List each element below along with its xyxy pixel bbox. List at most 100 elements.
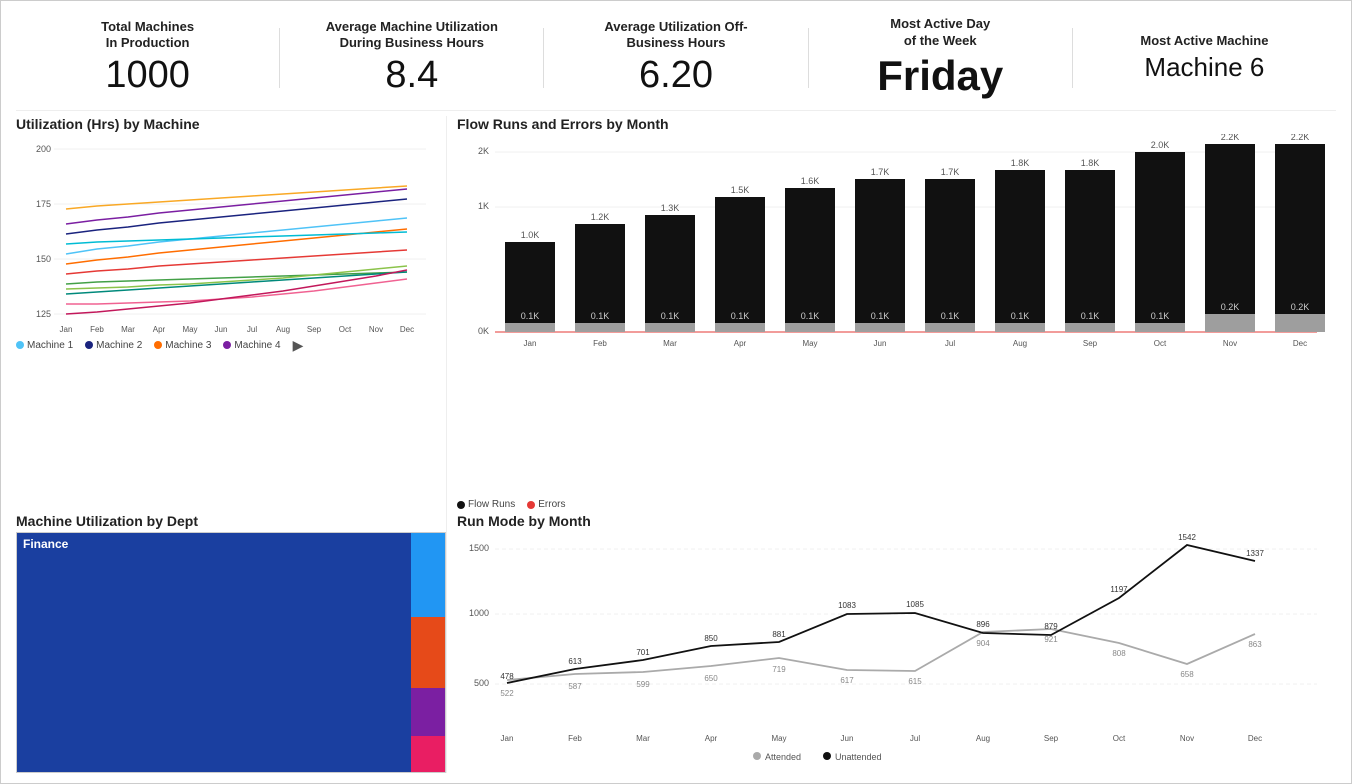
svg-text:Jun: Jun	[215, 325, 228, 334]
svg-text:Jul: Jul	[945, 339, 955, 348]
svg-text:Jan: Jan	[524, 339, 537, 348]
legend-machine3: Machine 3	[154, 340, 211, 351]
svg-text:Dec: Dec	[400, 325, 414, 334]
charts-upper-row: Utilization (Hrs) by Machine Processing …	[16, 116, 1336, 513]
svg-text:Sep: Sep	[1083, 339, 1098, 348]
svg-text:0.1K: 0.1K	[871, 311, 890, 321]
flow-runs-label: Flow Runs	[468, 499, 515, 510]
svg-text:May: May	[182, 325, 197, 334]
svg-text:1.3K: 1.3K	[661, 203, 680, 213]
svg-text:500: 500	[474, 678, 489, 688]
kpi-total-machines-title: Total MachinesIn Production	[16, 19, 279, 53]
svg-text:0.1K: 0.1K	[731, 311, 750, 321]
flow-runs-chart-panel: Flow Runs and Errors by Month Flow Runs …	[446, 116, 1336, 513]
svg-text:Jul: Jul	[247, 325, 257, 334]
kpi-avg-off-value: 6.20	[544, 54, 807, 97]
run-mode-chart-title: Run Mode by Month	[457, 513, 1336, 529]
svg-text:587: 587	[568, 682, 582, 691]
bar-sep	[1065, 170, 1115, 332]
svg-text:Oct: Oct	[1113, 734, 1126, 743]
utilization-svg: Processing Time (Hrs) 200 175 150 125 Ja…	[16, 134, 431, 334]
svg-text:Jun: Jun	[841, 734, 854, 743]
svg-text:May: May	[771, 734, 786, 743]
run-mode-chart: Attended and Unattended 1500 1000 500	[457, 531, 1336, 773]
svg-text:2.0K: 2.0K	[1151, 140, 1170, 150]
machine1-label: Machine 1	[27, 340, 73, 351]
flow-runs-dot	[457, 501, 465, 509]
kpi-avg-business-value: 8.4	[280, 54, 543, 97]
flow-runs-svg: Flow Runs 2K 1K 0K 1.0K 0.1K	[457, 134, 1327, 354]
svg-text:Dec: Dec	[1293, 339, 1307, 348]
machine3-dot	[154, 341, 162, 349]
svg-text:1.5K: 1.5K	[731, 185, 750, 195]
svg-text:Jun: Jun	[874, 339, 887, 348]
svg-text:1542: 1542	[1178, 533, 1196, 542]
svg-text:Dec: Dec	[1248, 734, 1262, 743]
treemap-pink	[411, 736, 445, 772]
bar-apr-errors	[715, 323, 765, 332]
svg-text:1.8K: 1.8K	[1081, 158, 1100, 168]
svg-text:Apr: Apr	[153, 325, 166, 334]
svg-text:1085: 1085	[906, 600, 924, 609]
bar-nov	[1205, 144, 1255, 323]
svg-text:850: 850	[704, 634, 718, 643]
svg-text:0.1K: 0.1K	[661, 311, 680, 321]
kpi-most-active-day-title: Most Active Dayof the Week	[809, 16, 1072, 50]
bar-dec	[1275, 144, 1325, 323]
bar-feb-errors	[575, 323, 625, 332]
svg-text:1.8K: 1.8K	[1011, 158, 1030, 168]
machine4-dot	[223, 341, 231, 349]
svg-text:Unattended: Unattended	[835, 752, 882, 761]
dept-chart-title: Machine Utilization by Dept	[16, 513, 446, 529]
svg-text:Oct: Oct	[339, 325, 352, 334]
svg-text:617: 617	[840, 676, 854, 685]
kpi-total-machines-value: 1000	[16, 54, 279, 97]
legend-more-arrow[interactable]: ▶	[293, 337, 304, 354]
svg-text:808: 808	[1112, 649, 1126, 658]
treemap-chart: Finance	[16, 532, 446, 773]
svg-text:150: 150	[36, 254, 51, 264]
svg-text:1083: 1083	[838, 601, 856, 610]
run-mode-svg: Attended and Unattended 1500 1000 500	[457, 531, 1327, 761]
treemap-finance: Finance	[17, 533, 411, 772]
svg-text:125: 125	[36, 309, 51, 319]
svg-text:0.1K: 0.1K	[1151, 311, 1170, 321]
svg-text:1197: 1197	[1110, 585, 1128, 594]
svg-text:615: 615	[908, 677, 922, 686]
kpi-most-active-day: Most Active Dayof the Week Friday	[809, 16, 1072, 100]
svg-text:1.6K: 1.6K	[801, 176, 820, 186]
bar-jul	[925, 179, 975, 332]
svg-text:478: 478	[500, 672, 514, 681]
svg-text:Jan: Jan	[60, 325, 73, 334]
svg-text:1.7K: 1.7K	[871, 167, 890, 177]
treemap-side	[411, 533, 445, 772]
bar-oct-errors	[1135, 323, 1185, 332]
svg-text:650: 650	[704, 674, 718, 683]
svg-text:Oct: Oct	[1154, 339, 1167, 348]
machine2-dot	[85, 341, 93, 349]
svg-text:Aug: Aug	[1013, 339, 1027, 348]
bar-dec-errors	[1275, 314, 1325, 332]
legend-flow-runs: Flow Runs	[457, 499, 515, 510]
kpi-total-machines: Total MachinesIn Production 1000	[16, 19, 279, 98]
legend-machine2: Machine 2	[85, 340, 142, 351]
bar-jun-errors	[855, 323, 905, 332]
svg-text:0.1K: 0.1K	[1081, 311, 1100, 321]
bar-jun	[855, 179, 905, 332]
bar-aug-errors	[995, 323, 1045, 332]
bar-jan-errors	[505, 323, 555, 332]
legend-errors: Errors	[527, 499, 565, 510]
dept-chart-panel: Machine Utilization by Dept Finance	[16, 513, 446, 773]
svg-text:1K: 1K	[478, 201, 489, 211]
svg-text:Mar: Mar	[663, 339, 677, 348]
svg-text:881: 881	[772, 630, 786, 639]
svg-text:719: 719	[772, 665, 786, 674]
svg-text:Mar: Mar	[636, 734, 650, 743]
svg-text:0K: 0K	[478, 326, 489, 336]
svg-text:863: 863	[1248, 640, 1262, 649]
svg-text:879: 879	[1044, 622, 1058, 631]
svg-text:0.2K: 0.2K	[1221, 302, 1240, 312]
utilization-chart-panel: Utilization (Hrs) by Machine Processing …	[16, 116, 446, 513]
treemap-purple	[411, 688, 445, 736]
errors-dot	[527, 501, 535, 509]
